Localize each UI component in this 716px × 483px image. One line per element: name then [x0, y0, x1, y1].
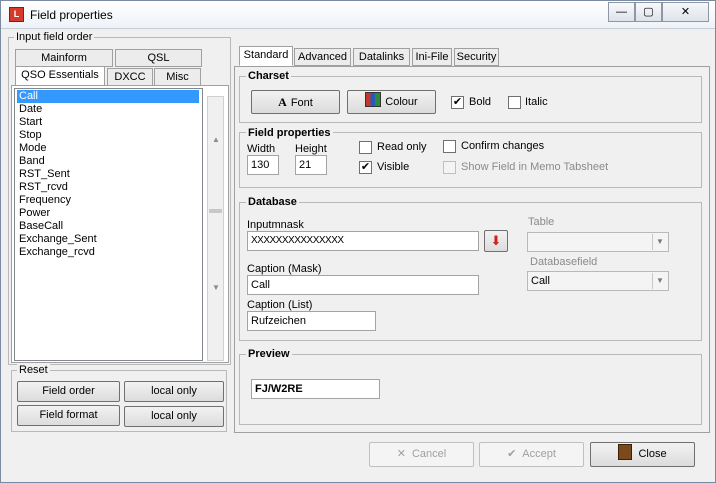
preview-label: Preview — [246, 348, 292, 360]
tab-security[interactable]: Security — [454, 48, 499, 66]
dialog-window: L Field properties — ▢ ✕ Input field ord… — [0, 0, 716, 483]
height-label: Height — [295, 143, 327, 155]
list-item[interactable]: RST_rcvd — [17, 181, 199, 194]
minimize-button[interactable]: — — [608, 2, 635, 22]
tab-ini-file[interactable]: Ini-File — [412, 48, 452, 66]
close-button[interactable]: Close — [590, 442, 695, 467]
show-in-memo-checkbox[interactable] — [443, 161, 456, 174]
maximize-button[interactable]: ▢ — [635, 2, 662, 22]
close-window-button[interactable]: ✕ — [662, 2, 709, 22]
table-label: Table — [528, 216, 555, 228]
font-button-label: Font — [290, 97, 313, 109]
list-item[interactable]: Exchange_Sent — [17, 233, 199, 246]
reset-field-order-local-button[interactable]: local only — [124, 381, 224, 402]
show-in-memo-label: Show Field in Memo Tabsheet — [461, 161, 609, 173]
inputmask-field[interactable]: XXXXXXXXXXXXXXX — [247, 231, 479, 251]
cancel-icon: ✕ — [396, 448, 406, 460]
databasefield-label: Databasefield — [530, 256, 598, 268]
field-list-scrollbar[interactable]: ▲ ▼ — [207, 96, 224, 361]
list-item[interactable]: Power — [17, 207, 199, 220]
database-label: Database — [246, 196, 299, 208]
maximize-icon: ▢ — [643, 6, 654, 18]
accept-button[interactable]: ✔ Accept — [479, 442, 584, 467]
bold-checkbox[interactable]: ✔ — [451, 96, 464, 109]
close-icon: ✕ — [680, 6, 691, 18]
reset-label: Reset — [17, 364, 50, 376]
tab-standard[interactable]: Standard — [239, 46, 293, 66]
width-label: Width — [247, 143, 276, 155]
caption-list-field[interactable]: Rufzeichen — [247, 311, 376, 331]
scroll-up-icon[interactable]: ▲ — [212, 135, 220, 144]
tab-dxcc[interactable]: DXCC — [107, 68, 153, 86]
tab-datalinks[interactable]: Datalinks — [353, 48, 410, 66]
italic-checkbox[interactable] — [508, 96, 521, 109]
visible-label: Visible — [377, 161, 410, 173]
chevron-down-icon: ▼ — [652, 234, 667, 250]
chevron-down-icon: ▼ — [652, 273, 667, 289]
minimize-icon: — — [616, 6, 627, 18]
field-list[interactable]: Call Date Start Stop Mode Band RST_Sent … — [14, 88, 203, 361]
table-select[interactable]: ▼ — [527, 232, 669, 252]
visible-checkbox[interactable]: ✔ — [359, 161, 372, 174]
list-item[interactable]: RST_Sent — [17, 168, 199, 181]
list-item[interactable]: Band — [17, 155, 199, 168]
door-exit-icon — [618, 444, 633, 460]
cancel-label: Cancel — [411, 448, 447, 460]
tab-misc[interactable]: Misc — [154, 68, 201, 86]
inputmask-dropdown-button[interactable]: ⬇ — [484, 230, 508, 252]
reset-field-order-button[interactable]: Field order — [17, 381, 120, 402]
list-item[interactable]: Date — [17, 103, 199, 116]
window-title: Field properties — [30, 8, 113, 22]
cancel-button[interactable]: ✕ Cancel — [369, 442, 474, 467]
databasefield-select[interactable]: Call ▼ — [527, 271, 669, 291]
list-item[interactable]: Call — [17, 90, 199, 103]
list-item[interactable]: Exchange_rcvd — [17, 246, 199, 259]
colour-button-label: Colour — [385, 96, 418, 108]
input-field-order-label: Input field order — [14, 31, 95, 43]
list-item[interactable]: BaseCall — [17, 220, 199, 233]
tab-advanced[interactable]: Advanced — [294, 48, 351, 66]
checkmark-icon: ✔ — [507, 448, 517, 460]
list-item[interactable]: Start — [17, 116, 199, 129]
field-properties-label: Field properties — [246, 127, 333, 139]
title-bar: L Field properties — ▢ ✕ — [1, 1, 715, 29]
reset-field-format-button[interactable]: Field format — [17, 405, 120, 426]
bold-label: Bold — [469, 96, 492, 108]
list-item[interactable]: Mode — [17, 142, 199, 155]
reset-field-format-local-button[interactable]: local only — [124, 406, 224, 427]
caption-mask-field[interactable]: Call — [247, 275, 479, 295]
font-icon: A — [278, 95, 287, 109]
caption-mask-label: Caption (Mask) — [247, 263, 322, 275]
tab-mainform[interactable]: Mainform — [15, 49, 113, 67]
app-icon: L — [9, 7, 24, 22]
tab-qso-essentials[interactable]: QSO Essentials — [15, 66, 105, 86]
scroll-thumb[interactable] — [209, 209, 222, 213]
width-field[interactable]: 130 — [247, 155, 279, 175]
tab-qsl[interactable]: QSL — [115, 49, 202, 67]
font-button[interactable]: A Font — [251, 90, 340, 114]
charset-label: Charset — [246, 70, 291, 82]
list-item[interactable]: Stop — [17, 129, 199, 142]
confirm-changes-checkbox[interactable] — [443, 140, 456, 153]
colour-icon — [365, 92, 382, 107]
inputmask-label: Inputmnask — [247, 219, 304, 231]
read-only-label: Read only — [377, 141, 427, 153]
list-item[interactable]: Frequency — [17, 194, 199, 207]
caption-list-label: Caption (List) — [247, 299, 313, 311]
preview-field: FJ/W2RE — [251, 379, 380, 399]
confirm-changes-label: Confirm changes — [461, 140, 545, 152]
colour-button[interactable]: Colour — [347, 90, 436, 114]
accept-label: Accept — [522, 448, 556, 460]
arrow-down-icon: ⬇ — [490, 233, 502, 248]
height-field[interactable]: 21 — [295, 155, 327, 175]
italic-label: Italic — [525, 96, 548, 108]
close-label: Close — [638, 448, 667, 460]
databasefield-select-value: Call — [531, 275, 550, 287]
scroll-down-icon[interactable]: ▼ — [212, 283, 220, 292]
read-only-checkbox[interactable] — [359, 141, 372, 154]
